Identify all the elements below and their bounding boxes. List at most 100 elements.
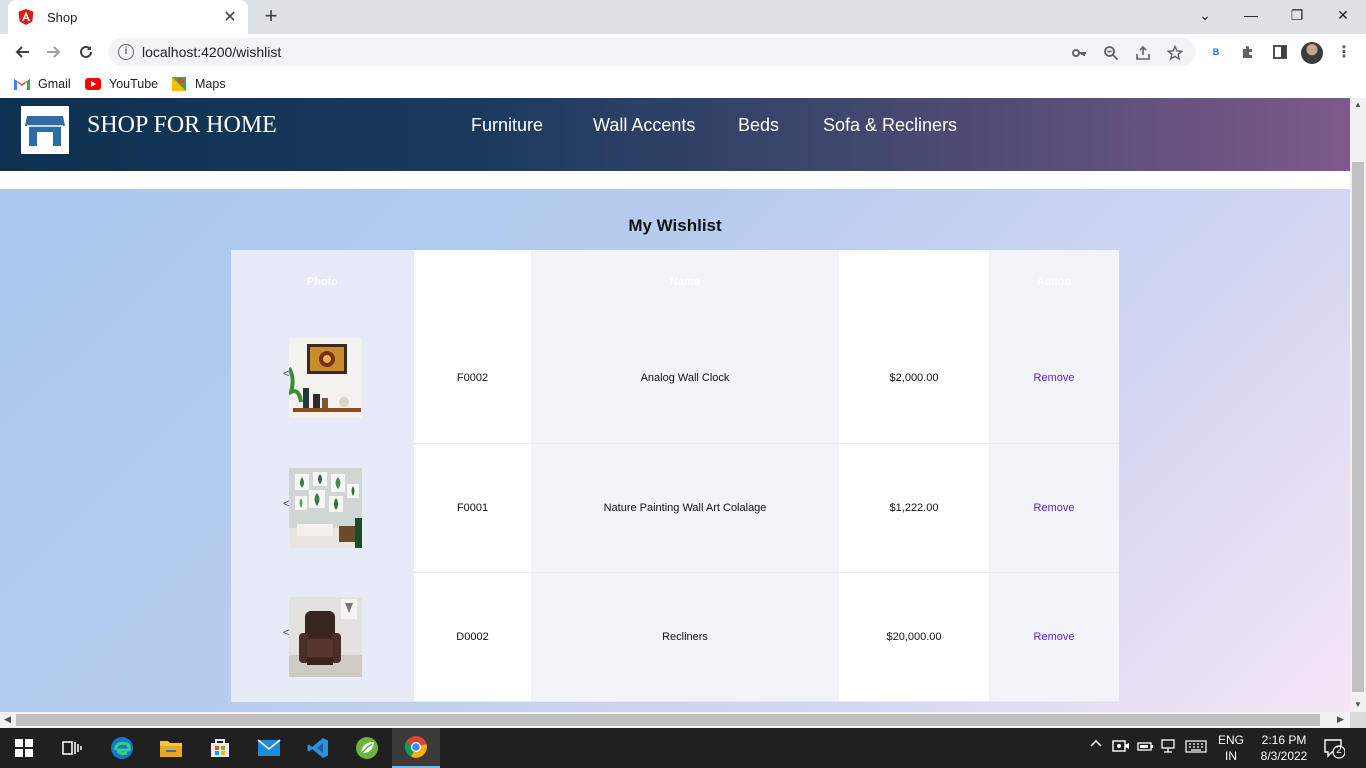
photo-cell: <: [231, 572, 414, 702]
product-image-nature-painting[interactable]: [289, 467, 362, 548]
vertical-scrollbar[interactable]: ▲ ▼: [1350, 98, 1366, 712]
menu-kebab-icon[interactable]: ⋮: [1334, 42, 1354, 62]
store-icon[interactable]: [196, 728, 244, 768]
site-header: SHOP FOR HOME Furniture Wall Accents Bed…: [0, 98, 1350, 171]
nav-sofa-recliners[interactable]: Sofa & Recliners: [823, 115, 957, 136]
scroll-right-icon[interactable]: ▶: [1337, 714, 1344, 725]
tab-close-icon[interactable]: ✕: [222, 7, 238, 27]
tab-search-icon[interactable]: ⌄: [1182, 0, 1228, 30]
vscode-icon[interactable]: [294, 728, 342, 768]
wishlist-table: Photo ID Name Price Action < F0002 Analo…: [231, 250, 1119, 702]
product-image-recliner[interactable]: [289, 596, 362, 677]
spring-tool-icon[interactable]: [343, 728, 391, 768]
reload-icon[interactable]: [74, 40, 98, 64]
notification-center-icon[interactable]: 2: [1323, 737, 1346, 759]
tab-title: Shop: [47, 9, 78, 25]
table-row: <: [231, 443, 1119, 573]
header-name: Name: [531, 250, 839, 314]
vertical-scroll-thumb[interactable]: [1352, 162, 1364, 692]
clock-time: 2:16 PM: [1261, 733, 1307, 747]
side-panel-icon[interactable]: [1270, 42, 1290, 62]
horizontal-scroll-thumb[interactable]: [16, 714, 1320, 726]
forward-icon[interactable]: [42, 40, 66, 64]
page-title: My Wishlist: [628, 216, 722, 235]
site-info-icon[interactable]: i: [118, 44, 134, 60]
nav-wall-accents[interactable]: Wall Accents: [593, 115, 695, 136]
bookmarks-bar: Gmail YouTube Maps: [0, 70, 1366, 98]
header-photo: Photo: [231, 250, 414, 314]
extensions-puzzle-icon[interactable]: [1238, 42, 1258, 62]
price-cell: $20,000.00: [839, 572, 989, 702]
remove-button[interactable]: Remove: [1034, 372, 1075, 384]
task-view-icon[interactable]: [48, 728, 96, 768]
nav-beds[interactable]: Beds: [738, 115, 779, 136]
bookmark-label: Gmail: [38, 77, 71, 91]
extension-b-icon[interactable]: B: [1206, 42, 1226, 62]
system-clock[interactable]: 2:16 PM 8/3/2022: [1252, 732, 1316, 764]
table-row: <: [231, 572, 1119, 702]
price-cell: $2,000.00: [839, 314, 989, 444]
bookmark-maps[interactable]: Maps: [171, 76, 226, 92]
wishlist-section: My Wishlist Photo ID Name Price Action <: [0, 189, 1350, 712]
keyboard-icon[interactable]: [1185, 738, 1207, 757]
bookmark-label: Maps: [195, 77, 226, 91]
file-explorer-icon[interactable]: [147, 728, 195, 768]
new-tab-button[interactable]: +: [260, 5, 282, 28]
url-text: localhost:4200/wishlist: [142, 44, 282, 60]
site-brand[interactable]: SHOP FOR HOME: [87, 112, 277, 139]
horizontal-scrollbar[interactable]: ◀ ▶: [0, 712, 1350, 728]
remove-button[interactable]: Remove: [1034, 502, 1075, 514]
browser-tab[interactable]: Shop ✕: [8, 0, 248, 34]
bookmark-label: YouTube: [109, 77, 159, 91]
id-cell: F0002: [414, 314, 531, 444]
shop-logo[interactable]: [21, 106, 69, 154]
maps-icon: [171, 76, 187, 92]
photo-cell: <: [231, 314, 414, 444]
scroll-down-icon[interactable]: ▼: [1354, 700, 1362, 709]
language-region: IN: [1225, 749, 1237, 763]
name-cell: Recliners: [531, 572, 839, 702]
close-window-button[interactable]: ✕: [1320, 0, 1366, 30]
photo-cell: <: [231, 443, 414, 573]
language-code: ENG: [1217, 733, 1244, 747]
minimize-button[interactable]: —: [1228, 0, 1274, 30]
remove-button[interactable]: Remove: [1034, 631, 1075, 643]
address-bar[interactable]: i localhost:4200/wishlist: [108, 38, 1196, 66]
profile-avatar[interactable]: [1301, 42, 1323, 64]
id-cell: F0001: [414, 443, 531, 573]
browser-toolbar: i localhost:4200/wishlist B ⋮: [0, 34, 1366, 70]
language-indicator[interactable]: ENG IN: [1214, 732, 1248, 764]
key-icon[interactable]: [1070, 44, 1088, 62]
bookmark-youtube[interactable]: YouTube: [85, 76, 158, 92]
name-cell: Analog Wall Clock: [531, 314, 839, 444]
notification-count: 2: [1336, 745, 1342, 756]
name-cell: Nature Painting Wall Art Colalage: [531, 443, 839, 573]
bookmark-gmail[interactable]: Gmail: [14, 76, 71, 92]
chrome-icon[interactable]: [392, 728, 440, 768]
gmail-icon: [14, 76, 30, 92]
restore-button[interactable]: ❐: [1274, 0, 1320, 30]
battery-icon[interactable]: [1136, 738, 1154, 757]
tray-meet-icon[interactable]: [1112, 738, 1130, 757]
nav-furniture[interactable]: Furniture: [471, 115, 543, 136]
product-image-wall-clock[interactable]: [289, 338, 362, 419]
scroll-left-icon[interactable]: ◀: [4, 714, 11, 725]
action-cell: Remove: [989, 572, 1119, 702]
clock-date: 8/3/2022: [1260, 749, 1308, 763]
bookmark-star-icon[interactable]: [1166, 44, 1184, 62]
network-icon[interactable]: [1160, 738, 1178, 757]
back-icon[interactable]: [10, 40, 34, 64]
youtube-icon: [85, 76, 101, 92]
share-icon[interactable]: [1134, 44, 1152, 62]
tray-chevron-icon[interactable]: [1090, 738, 1102, 753]
zoom-icon[interactable]: [1102, 44, 1120, 62]
start-windows-icon[interactable]: [0, 728, 48, 768]
windows-taskbar: ENG IN 2:16 PM 8/3/2022 2: [0, 728, 1366, 768]
scrollbar-corner: [1350, 712, 1366, 728]
mail-icon[interactable]: [245, 728, 293, 768]
header-id: ID: [414, 250, 531, 314]
action-cell: Remove: [989, 314, 1119, 444]
edge-icon[interactable]: [98, 728, 146, 768]
scroll-up-icon[interactable]: ▲: [1354, 100, 1362, 109]
header-action: Action: [989, 250, 1119, 314]
